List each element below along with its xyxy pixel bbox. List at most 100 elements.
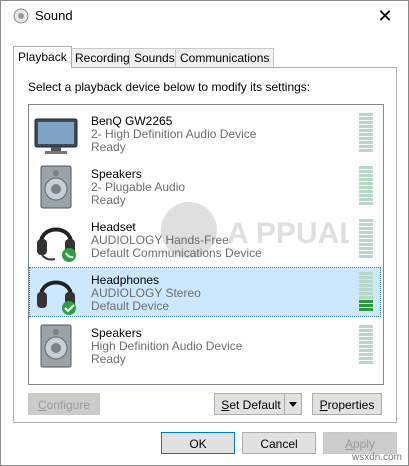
phone-badge-icon [62, 248, 76, 262]
volume-meter [359, 219, 373, 261]
tab-recording[interactable]: Recording [70, 48, 135, 68]
device-status: Default Communications Device [91, 246, 262, 260]
meter-segment [359, 239, 373, 242]
meter-segment [359, 190, 373, 193]
speaker-icon [40, 324, 72, 368]
set-default-button[interactable]: Set Default [214, 393, 302, 415]
meter-segment [359, 337, 373, 340]
meter-segment [359, 194, 373, 197]
meter-segment [359, 280, 373, 283]
device-status: Default Device [91, 299, 170, 313]
sound-dialog: Sound ✕ Playback Recording Sounds Commun… [0, 0, 409, 466]
mnemonic-char: S [221, 398, 230, 412]
site-watermark: wsxdn.com [351, 452, 402, 463]
chevron-down-icon[interactable] [284, 394, 301, 414]
device-name: Headphones [91, 273, 160, 287]
device-name: Speakers [91, 326, 142, 340]
meter-segment [359, 288, 373, 291]
tab-playback[interactable]: Playback [13, 46, 72, 68]
device-name: Headset [91, 220, 136, 234]
device-name: Speakers [91, 167, 142, 181]
meter-segment [359, 149, 373, 152]
meter-segment [359, 117, 373, 120]
meter-segment [359, 186, 373, 189]
meter-segment [359, 292, 373, 295]
device-list[interactable]: BenQ GW2265 2- High Definition Audio Dev… [28, 104, 384, 385]
meter-segment [359, 361, 373, 364]
tab-communications[interactable]: Communications [175, 48, 275, 68]
cancel-button[interactable]: Cancel [242, 432, 316, 454]
speaker-icon [40, 165, 72, 209]
meter-segment [359, 247, 373, 250]
meter-segment [359, 219, 373, 222]
ok-button[interactable]: OK [161, 432, 235, 454]
meter-segment [359, 182, 373, 185]
device-description: AUDIOLOGY Stereo [91, 286, 201, 300]
window-title: Sound [35, 8, 73, 23]
device-item-selected[interactable]: Headphones AUDIOLOGY Stereo Default Devi… [29, 267, 381, 317]
meter-segment [359, 296, 373, 299]
meter-segment [359, 349, 373, 352]
volume-meter [359, 272, 373, 314]
meter-segment [359, 170, 373, 173]
meter-segment [359, 272, 373, 275]
close-button[interactable]: ✕ [370, 5, 400, 27]
meter-segment [359, 141, 373, 144]
meter-segment [359, 227, 373, 230]
meter-segment [359, 174, 373, 177]
volume-meter [359, 166, 373, 208]
meter-segment [359, 276, 373, 279]
tab-sounds[interactable]: Sounds [129, 48, 180, 68]
apply-label: Apply [344, 437, 376, 451]
mnemonic-char: C [37, 398, 47, 412]
volume-meter [359, 325, 373, 367]
meter-segment [359, 255, 373, 258]
meter-segment [359, 284, 373, 287]
meter-segment [359, 202, 373, 205]
mnemonic-char: A [344, 437, 353, 451]
meter-segment [359, 235, 373, 238]
meter-segment [359, 300, 373, 303]
configure-button[interactable]: Configure [28, 393, 100, 415]
device-name: BenQ GW2265 [91, 114, 173, 128]
meter-segment [359, 308, 373, 311]
meter-segment [359, 353, 373, 356]
meter-segment [359, 325, 373, 328]
meter-segment [359, 166, 373, 169]
meter-segment [359, 345, 373, 348]
instruction-text: Select a playback device below to modify… [28, 80, 311, 94]
device-description: 2- Plugable Audio [91, 180, 186, 194]
meter-segment [359, 357, 373, 360]
meter-segment [359, 341, 373, 344]
meter-segment [359, 145, 373, 148]
meter-segment [359, 329, 373, 332]
device-item[interactable]: BenQ GW2265 2- High Definition Audio Dev… [29, 108, 381, 158]
device-item[interactable]: Speakers 2- Plugable Audio Ready [29, 161, 381, 211]
monitor-icon [34, 118, 78, 154]
meter-segment [359, 231, 373, 234]
meter-segment [359, 243, 373, 246]
playback-panel: Select a playback device below to modify… [13, 67, 397, 423]
apply-button[interactable]: Apply [323, 432, 397, 454]
device-status: Ready [91, 352, 126, 366]
meter-segment [359, 178, 373, 181]
meter-segment [359, 121, 373, 124]
properties-button[interactable]: Properties [312, 393, 382, 415]
title-bar: Sound ✕ [1, 1, 408, 31]
meter-segment [359, 133, 373, 136]
headphones-icon [37, 280, 76, 315]
check-badge-icon [62, 301, 76, 315]
device-status: Ready [91, 140, 126, 154]
volume-meter [359, 113, 373, 155]
meter-segment [359, 223, 373, 226]
meter-segment [359, 198, 373, 201]
meter-segment [359, 304, 373, 307]
device-item[interactable]: Speakers High Definition Audio Device Re… [29, 320, 381, 370]
device-status: Ready [91, 193, 126, 207]
device-item[interactable]: Headset AUDIOLOGY Hands-Free Default Com… [29, 214, 381, 264]
speaker-app-icon [13, 8, 29, 24]
close-icon: ✕ [377, 6, 393, 26]
mnemonic-char: P [319, 398, 328, 412]
meter-segment [359, 137, 373, 140]
meter-segment [359, 333, 373, 336]
